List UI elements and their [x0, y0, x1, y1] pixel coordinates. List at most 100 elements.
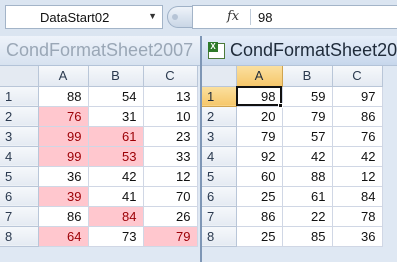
- formula-bar: DataStart02 ▼ fx 98: [0, 0, 397, 36]
- cell[interactable]: 99: [38, 146, 89, 167]
- insert-function-button[interactable]: fx: [227, 9, 239, 24]
- cell[interactable]: 12: [332, 166, 383, 187]
- cell[interactable]: 26: [143, 206, 198, 227]
- cell[interactable]: 39: [38, 186, 89, 207]
- cell[interactable]: 78: [332, 206, 383, 227]
- cell[interactable]: 79: [282, 106, 333, 127]
- active-cell[interactable]: 98: [236, 86, 283, 107]
- cell[interactable]: 73: [88, 226, 144, 247]
- cell[interactable]: 10: [143, 106, 198, 127]
- cell[interactable]: 61: [88, 126, 144, 147]
- row-header[interactable]: 1: [202, 86, 237, 107]
- cell[interactable]: 86: [38, 206, 89, 227]
- fill-handle[interactable]: [278, 103, 283, 108]
- grip-icon: [172, 14, 178, 20]
- window-title-bar[interactable]: CondFormatSheet2007: [202, 36, 397, 66]
- cell[interactable]: 84: [88, 206, 144, 227]
- row-header[interactable]: 7: [202, 206, 237, 227]
- cell[interactable]: 12: [143, 166, 198, 187]
- row-header[interactable]: 1: [0, 86, 39, 107]
- row-header[interactable]: 8: [202, 226, 237, 247]
- column-header-c[interactable]: C: [143, 66, 198, 87]
- cell[interactable]: 60: [236, 166, 283, 187]
- table-row: 5 60 88 12: [202, 166, 383, 187]
- cell[interactable]: 33: [143, 146, 198, 167]
- cell[interactable]: 36: [38, 166, 89, 187]
- window-title-bar[interactable]: CondFormatSheet2007: [0, 36, 200, 66]
- chevron-down-icon[interactable]: ▼: [148, 11, 157, 21]
- select-all-corner[interactable]: [0, 66, 39, 87]
- cell[interactable]: 79: [143, 226, 198, 247]
- cell[interactable]: 86: [236, 206, 283, 227]
- cell[interactable]: 85: [282, 226, 333, 247]
- divider: [250, 9, 251, 25]
- row-header[interactable]: 8: [0, 226, 39, 247]
- table-row: 4 92 42 42: [202, 146, 383, 167]
- cell[interactable]: 20: [236, 106, 283, 127]
- cell[interactable]: 13: [143, 86, 198, 107]
- cell[interactable]: 25: [236, 186, 283, 207]
- cell[interactable]: 99: [38, 126, 89, 147]
- row-header[interactable]: 5: [202, 166, 237, 187]
- cell[interactable]: 61: [282, 186, 333, 207]
- table-row: 8 64 73 79: [0, 226, 198, 247]
- cell[interactable]: 76: [38, 106, 89, 127]
- cell[interactable]: 86: [332, 106, 383, 127]
- workbook-window-right[interactable]: CondFormatSheet2007 A B C 19859972207986…: [200, 36, 397, 262]
- row-header[interactable]: 2: [202, 106, 237, 127]
- row-header[interactable]: 2: [0, 106, 39, 127]
- row-header[interactable]: 6: [0, 186, 39, 207]
- column-header-a[interactable]: A: [38, 66, 89, 87]
- row-header[interactable]: 5: [0, 166, 39, 187]
- cell[interactable]: 53: [88, 146, 144, 167]
- select-all-corner[interactable]: [202, 66, 237, 87]
- cell[interactable]: 92: [236, 146, 283, 167]
- cell[interactable]: 42: [88, 166, 144, 187]
- spreadsheet-grid[interactable]: A B C 1 98 59 97 2 20 79 86 3 79 57 76 4 92 42 42 5 60 88 1…: [202, 66, 383, 247]
- workbook-window-left[interactable]: CondFormatSheet2007 A B C 1 88 54 13 2 76 31 10…: [0, 36, 200, 262]
- cell[interactable]: 97: [332, 86, 383, 107]
- table-row: 1 88 54 13: [0, 86, 198, 107]
- cell[interactable]: 36: [332, 226, 383, 247]
- formula-input[interactable]: fx 98: [192, 5, 397, 29]
- formula-bar-resize-handle[interactable]: [167, 6, 193, 28]
- excel-icon[interactable]: [208, 42, 225, 59]
- cell[interactable]: 31: [88, 106, 144, 127]
- cell[interactable]: 88: [38, 86, 89, 107]
- column-header-a[interactable]: A: [236, 66, 283, 87]
- cell[interactable]: 23: [143, 126, 198, 147]
- table-row: 7 86 84 26: [0, 206, 198, 227]
- name-box[interactable]: DataStart02 ▼: [5, 5, 163, 29]
- cell[interactable]: 25: [236, 226, 283, 247]
- row-header[interactable]: 4: [0, 146, 39, 167]
- cell[interactable]: 57: [282, 126, 333, 147]
- cell[interactable]: 76: [332, 126, 383, 147]
- table-row: 7 86 22 78: [202, 206, 383, 227]
- cell[interactable]: 42: [282, 146, 333, 167]
- cell[interactable]: 59: [282, 86, 333, 107]
- name-box-value: DataStart02: [40, 10, 110, 25]
- table-row: 5 36 42 12: [0, 166, 198, 187]
- cell[interactable]: 88: [282, 166, 333, 187]
- cell[interactable]: 84: [332, 186, 383, 207]
- cell[interactable]: 22: [282, 206, 333, 227]
- cell[interactable]: 42: [332, 146, 383, 167]
- cell[interactable]: 79: [236, 126, 283, 147]
- table-row: 8 25 85 36: [202, 226, 383, 247]
- cell[interactable]: 41: [88, 186, 144, 207]
- spreadsheet-grid[interactable]: A B C 1 88 54 13 2 76 31 10 3 99 61 23 4 99 53 33 5 36 42 1…: [0, 66, 198, 247]
- cell[interactable]: 64: [38, 226, 89, 247]
- cell[interactable]: 70: [143, 186, 198, 207]
- row-header[interactable]: 3: [0, 126, 39, 147]
- row-header[interactable]: 4: [202, 146, 237, 167]
- column-header-c[interactable]: C: [332, 66, 383, 87]
- cell[interactable]: 54: [88, 86, 144, 107]
- row-header[interactable]: 6: [202, 186, 237, 207]
- row-header[interactable]: 7: [0, 206, 39, 227]
- table-row: 3 79 57 76: [202, 126, 383, 147]
- row-header[interactable]: 3: [202, 126, 237, 147]
- column-header-b[interactable]: B: [88, 66, 144, 87]
- column-header-b[interactable]: B: [282, 66, 333, 87]
- table-row: 2 76 31 10: [0, 106, 198, 127]
- table-row: 2 20 79 86: [202, 106, 383, 127]
